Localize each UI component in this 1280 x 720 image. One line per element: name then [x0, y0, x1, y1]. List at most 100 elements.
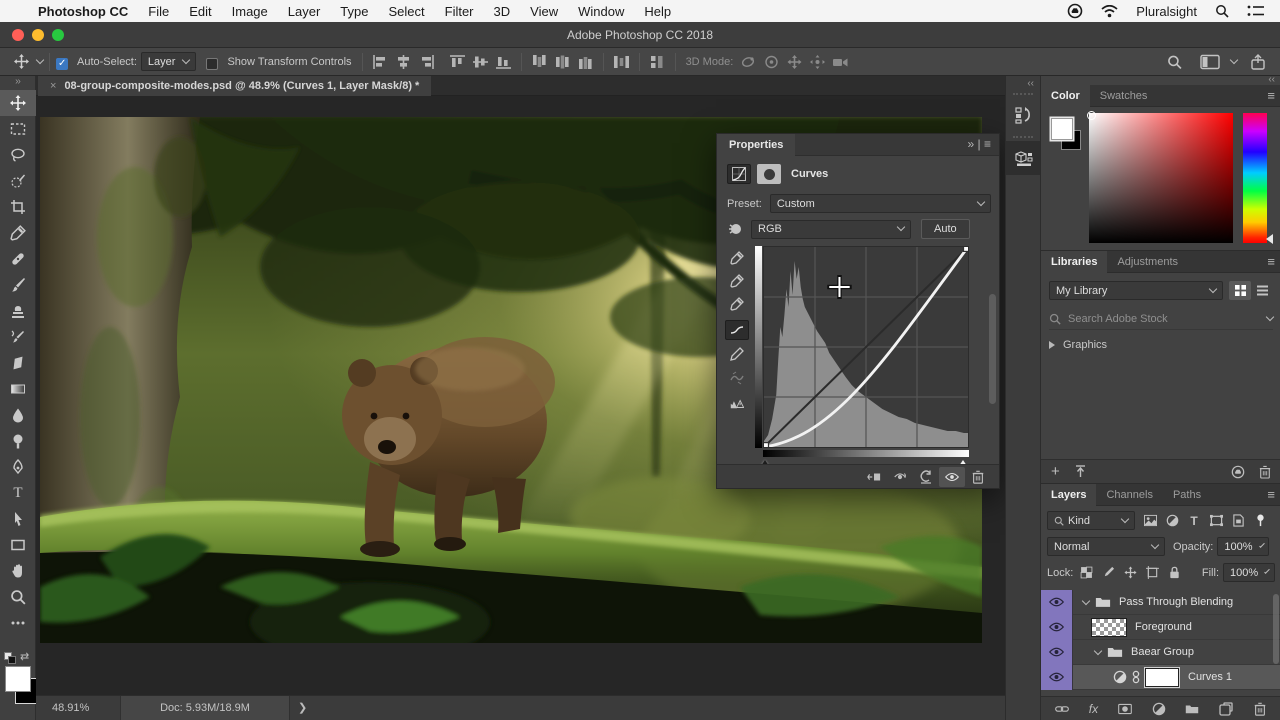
- adjustment-layer-icon[interactable]: [1113, 670, 1127, 684]
- quick-selection-tool[interactable]: [0, 168, 36, 194]
- clone-stamp-tool[interactable]: [0, 298, 36, 324]
- library-select[interactable]: My Library: [1049, 281, 1223, 300]
- delete-adjustment-icon[interactable]: [965, 467, 991, 487]
- hand-tool[interactable]: [0, 558, 36, 584]
- healing-brush-tool[interactable]: [0, 246, 36, 272]
- pen-tool[interactable]: [0, 454, 36, 480]
- workspace-chevron-icon[interactable]: [1230, 55, 1238, 63]
- 3d-slide-icon[interactable]: [809, 54, 826, 70]
- black-point-sampler-icon[interactable]: [725, 248, 749, 268]
- foreground-color-swatch[interactable]: [5, 666, 31, 692]
- 3d-rotate-icon[interactable]: [740, 54, 757, 70]
- tab-swatches[interactable]: Swatches: [1090, 85, 1158, 107]
- grid-view-icon[interactable]: [1229, 281, 1251, 300]
- menu-view[interactable]: View: [520, 4, 568, 19]
- properties-tab[interactable]: Properties: [717, 134, 795, 156]
- search-icon[interactable]: [1167, 54, 1182, 70]
- align-vertical-centers-icon[interactable]: [472, 54, 489, 70]
- filter-adjustment-layers-icon[interactable]: [1161, 511, 1183, 530]
- show-transform-controls-checkbox[interactable]: [206, 58, 218, 70]
- eraser-tool[interactable]: [0, 350, 36, 376]
- color-panel-menu-icon[interactable]: ≡: [1267, 85, 1275, 107]
- libraries-panel-menu-icon[interactable]: ≡: [1267, 251, 1275, 273]
- distribute-bottom-edges-icon[interactable]: [577, 54, 594, 70]
- clip-to-layer-icon[interactable]: [861, 467, 887, 487]
- layer-row-group[interactable]: Baear Group: [1041, 640, 1280, 665]
- expand-panels-icon[interactable]: ‹‹: [1006, 76, 1040, 89]
- distribute-vertical-centers-icon[interactable]: [554, 54, 571, 70]
- edit-toolbar-icon[interactable]: [0, 610, 36, 636]
- document-size-info[interactable]: Doc: 5.93M/18.9M: [120, 696, 290, 720]
- swap-colors-icon[interactable]: ⇄: [20, 650, 29, 663]
- menu-edit[interactable]: Edit: [179, 4, 221, 19]
- distribute-spacing-icon[interactable]: [649, 54, 666, 70]
- align-bottom-edges-icon[interactable]: [495, 54, 512, 70]
- move-tool[interactable]: [0, 90, 36, 116]
- view-previous-state-icon[interactable]: [887, 467, 913, 487]
- menu-select[interactable]: Select: [378, 4, 434, 19]
- visibility-toggle[interactable]: [1041, 665, 1073, 690]
- share-icon[interactable]: [1250, 54, 1266, 70]
- blur-tool[interactable]: [0, 402, 36, 428]
- curves-grid[interactable]: [763, 246, 969, 448]
- status-chevron-icon[interactable]: ❯: [298, 696, 307, 720]
- lock-all-icon[interactable]: [1163, 563, 1185, 582]
- path-selection-tool[interactable]: [0, 506, 36, 532]
- toggle-visibility-icon[interactable]: [939, 467, 965, 487]
- edit-points-icon[interactable]: [725, 320, 749, 340]
- filter-shape-layers-icon[interactable]: [1205, 511, 1227, 530]
- control-center-icon[interactable]: [1247, 5, 1264, 17]
- dodge-tool[interactable]: [0, 428, 36, 454]
- link-layers-icon[interactable]: [1055, 702, 1069, 716]
- spotlight-search-icon[interactable]: [1215, 4, 1229, 18]
- type-tool[interactable]: T: [0, 480, 36, 506]
- layer-row-image[interactable]: Foreground: [1041, 615, 1280, 640]
- layer-mask-thumbnail[interactable]: [1145, 668, 1179, 687]
- layer-filter-select[interactable]: Kind: [1047, 511, 1135, 530]
- filter-smart-objects-icon[interactable]: [1227, 511, 1249, 530]
- brush-tool[interactable]: [0, 272, 36, 298]
- 3d-camera-icon[interactable]: [832, 54, 849, 70]
- color-field-marker[interactable]: [1087, 111, 1096, 120]
- filter-pixel-layers-icon[interactable]: [1139, 511, 1161, 530]
- toolbar-collapse-icon[interactable]: ››: [0, 76, 35, 90]
- gray-point-sampler-icon[interactable]: [725, 271, 749, 291]
- sync-library-icon[interactable]: [1074, 465, 1087, 478]
- blend-mode-select[interactable]: Normal: [1047, 537, 1165, 556]
- move-tool-preset-icon[interactable]: [14, 54, 29, 69]
- default-colors-icon[interactable]: [4, 652, 16, 664]
- color-field[interactable]: [1089, 113, 1233, 243]
- layer-name[interactable]: Pass Through Blending: [1119, 596, 1233, 608]
- auto-select-checkbox[interactable]: [56, 58, 68, 70]
- crop-tool[interactable]: [0, 194, 36, 220]
- layer-thumbnail[interactable]: [1091, 618, 1127, 637]
- 3d-drag-icon[interactable]: [786, 54, 803, 70]
- zoom-tool[interactable]: [0, 584, 36, 610]
- new-adjustment-layer-icon[interactable]: [1152, 702, 1166, 716]
- zoom-level-field[interactable]: 48.91%: [46, 696, 95, 720]
- tab-channels[interactable]: Channels: [1096, 484, 1162, 506]
- white-point-sampler-icon[interactable]: [725, 294, 749, 314]
- document-tab[interactable]: × 08-group-composite-modes.psd @ 48.9% (…: [38, 76, 431, 96]
- preset-dropdown[interactable]: Custom: [770, 194, 991, 213]
- menu-help[interactable]: Help: [634, 4, 681, 19]
- shape-tool[interactable]: [0, 532, 36, 558]
- new-group-icon[interactable]: [1185, 702, 1199, 716]
- layer-name[interactable]: Foreground: [1135, 621, 1192, 633]
- visibility-toggle[interactable]: [1041, 590, 1073, 615]
- properties-scrollbar[interactable]: [989, 294, 996, 404]
- 3d-panel-icon[interactable]: [1006, 141, 1041, 175]
- tool-preset-chevron-icon[interactable]: [36, 55, 44, 63]
- delete-layer-icon[interactable]: [1253, 702, 1267, 716]
- creative-cloud-menu-icon[interactable]: [1067, 3, 1083, 19]
- menu-window[interactable]: Window: [568, 4, 634, 19]
- lasso-tool[interactable]: [0, 142, 36, 168]
- tab-libraries[interactable]: Libraries: [1041, 251, 1107, 273]
- stock-search-input[interactable]: Search Adobe Stock: [1068, 313, 1259, 325]
- wifi-menu-icon[interactable]: [1101, 5, 1118, 18]
- draw-curve-pencil-icon[interactable]: [725, 344, 749, 364]
- filter-type-layers-icon[interactable]: T: [1183, 511, 1205, 530]
- visibility-toggle[interactable]: [1041, 640, 1073, 665]
- layers-panel-menu-icon[interactable]: ≡: [1267, 484, 1275, 506]
- smooth-curve-icon[interactable]: [725, 368, 749, 388]
